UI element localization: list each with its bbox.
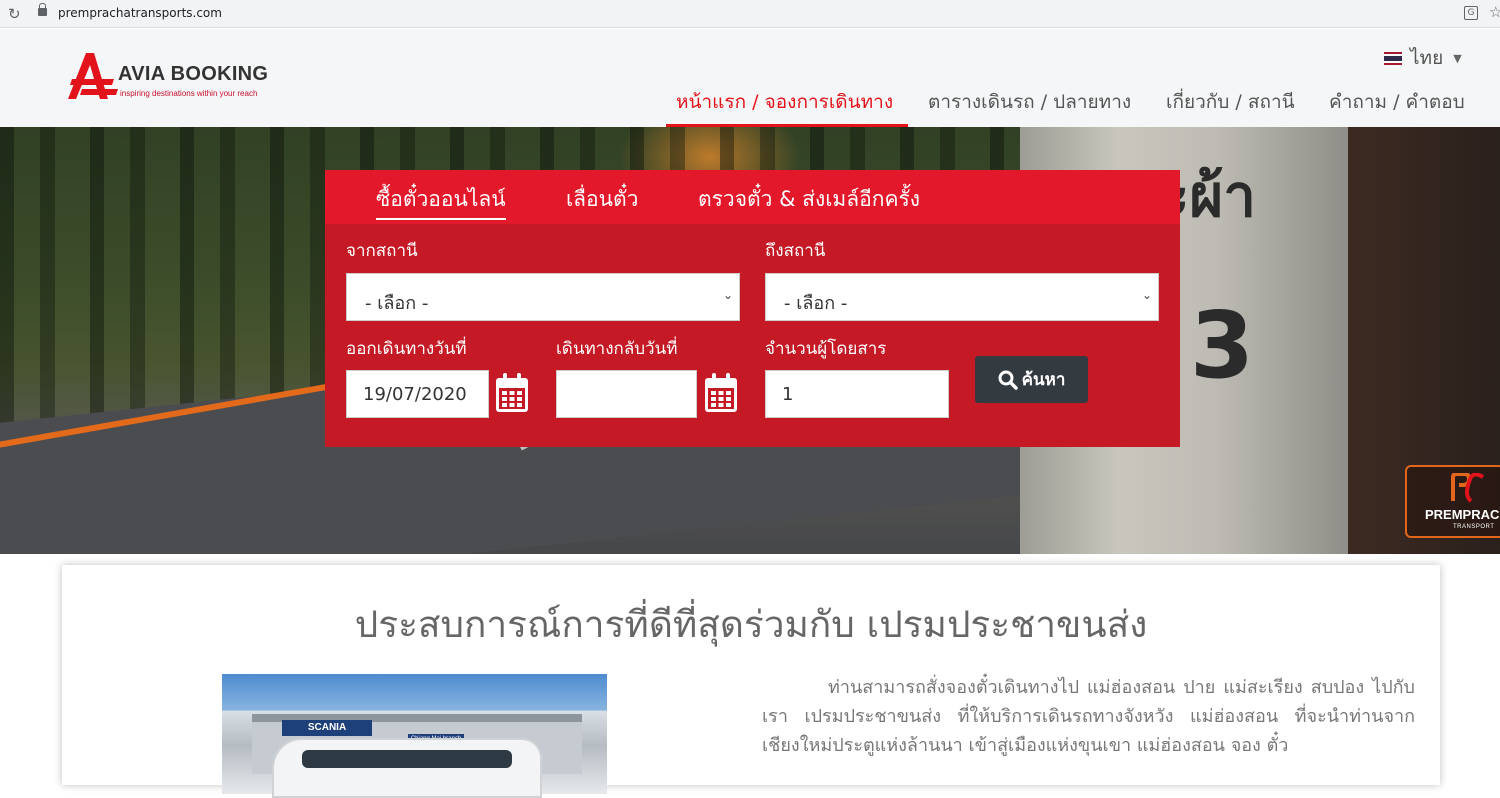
booking-tabs: ซื้อตั๋วออนไลน์ เลื่อนตั๋ว ตรวจตั๋ว & ส่…	[325, 170, 1180, 224]
tab-reschedule[interactable]: เลื่อนตั๋ว	[566, 183, 638, 216]
chevron-down-icon: ⌄	[1141, 288, 1152, 302]
content-card: ประสบการณ์การที่ดีที่สุดร่วมกับ เปรมประช…	[62, 565, 1440, 798]
premprach-badge: PREMPRACH TRANSPORT	[1405, 465, 1500, 538]
milestone-number: 3	[1190, 292, 1255, 399]
site-header: AVIA BOOKING inspiring destinations with…	[0, 29, 1500, 127]
search-icon	[998, 370, 1018, 390]
chevron-down-icon: ⌄	[722, 288, 733, 302]
lock-icon[interactable]	[38, 3, 47, 16]
premprach-logo-icon	[1451, 473, 1485, 503]
browser-toolbar: ↻ premprachatransports.com G ☆	[0, 0, 1500, 28]
bus-shape	[272, 738, 542, 798]
search-button[interactable]: ค้นหา	[975, 356, 1088, 403]
bookmark-star-icon[interactable]: ☆	[1489, 3, 1500, 21]
calendar-icon[interactable]	[495, 372, 529, 414]
scania-sign: SCANIA	[282, 720, 372, 736]
from-station-value: - เลือก -	[365, 293, 429, 314]
caret-down-icon: ▼	[1453, 51, 1462, 65]
depart-date-input[interactable]: 19/07/2020	[346, 370, 489, 418]
premprach-name: PREMPRACH	[1425, 507, 1500, 522]
to-station-value: - เลือก -	[784, 293, 848, 314]
from-station-label: จากสถานี	[346, 241, 418, 261]
thai-flag-icon	[1384, 51, 1402, 65]
return-date-input[interactable]	[556, 370, 697, 418]
main-nav: หน้าแรก / จองการเดินทาง ตารางเดินรถ / ปล…	[0, 87, 1500, 127]
return-date-label: เดินทางกลับวันที่	[556, 339, 678, 359]
to-station-select[interactable]: - เลือก - ⌄	[765, 273, 1159, 321]
tab-check-ticket[interactable]: ตรวจตั๋ว & ส่งเมล์อีกครั้ง	[698, 183, 920, 216]
to-station-label: ถึงสถานี	[765, 241, 826, 261]
language-selector[interactable]: ไทย ▼	[1384, 43, 1462, 73]
passengers-input[interactable]: 1	[765, 370, 949, 418]
intro-paragraph: ท่านสามารถสั่งจองตั๋วเดินทางไป แม่ฮ่องสอ…	[762, 677, 1415, 756]
passengers-value: 1	[782, 384, 794, 405]
premprach-sub: TRANSPORT	[1453, 524, 1495, 530]
translate-icon[interactable]: G	[1464, 6, 1478, 20]
address-bar[interactable]: premprachatransports.com	[58, 6, 222, 20]
bus-window	[302, 750, 512, 768]
tab-buy-ticket[interactable]: ซื้อตั๋วออนไลน์	[376, 183, 506, 220]
section-heading: ประสบการณ์การที่ดีที่สุดร่วมกับ เปรมประช…	[354, 603, 1148, 646]
depart-date-value: 19/07/2020	[363, 384, 467, 405]
nav-faq[interactable]: คำถาม / คำตอบ	[1329, 87, 1465, 117]
bus-photo: SCANIA Chiang Mai branch	[222, 674, 607, 798]
booking-panel: ซื้อตั๋วออนไลน์ เลื่อนตั๋ว ตรวจตั๋ว & ส่…	[325, 170, 1180, 447]
brand-name: AVIA BOOKING	[118, 63, 269, 85]
nav-home-booking[interactable]: หน้าแรก / จองการเดินทาง	[676, 87, 893, 117]
calendar-icon[interactable]	[704, 372, 738, 414]
reload-icon[interactable]: ↻	[8, 5, 21, 23]
search-button-label: ค้นหา	[1021, 370, 1066, 390]
depart-date-label: ออกเดินทางวันที่	[346, 339, 467, 359]
from-station-select[interactable]: - เลือก - ⌄	[346, 273, 740, 321]
nav-schedule-destinations[interactable]: ตารางเดินรถ / ปลายทาง	[928, 87, 1131, 117]
language-label: ไทย	[1410, 47, 1444, 69]
nav-about-stations[interactable]: เกี่ยวกับ / สถานี	[1166, 87, 1295, 117]
passengers-label: จำนวนผู้โดยสาร	[765, 339, 887, 359]
